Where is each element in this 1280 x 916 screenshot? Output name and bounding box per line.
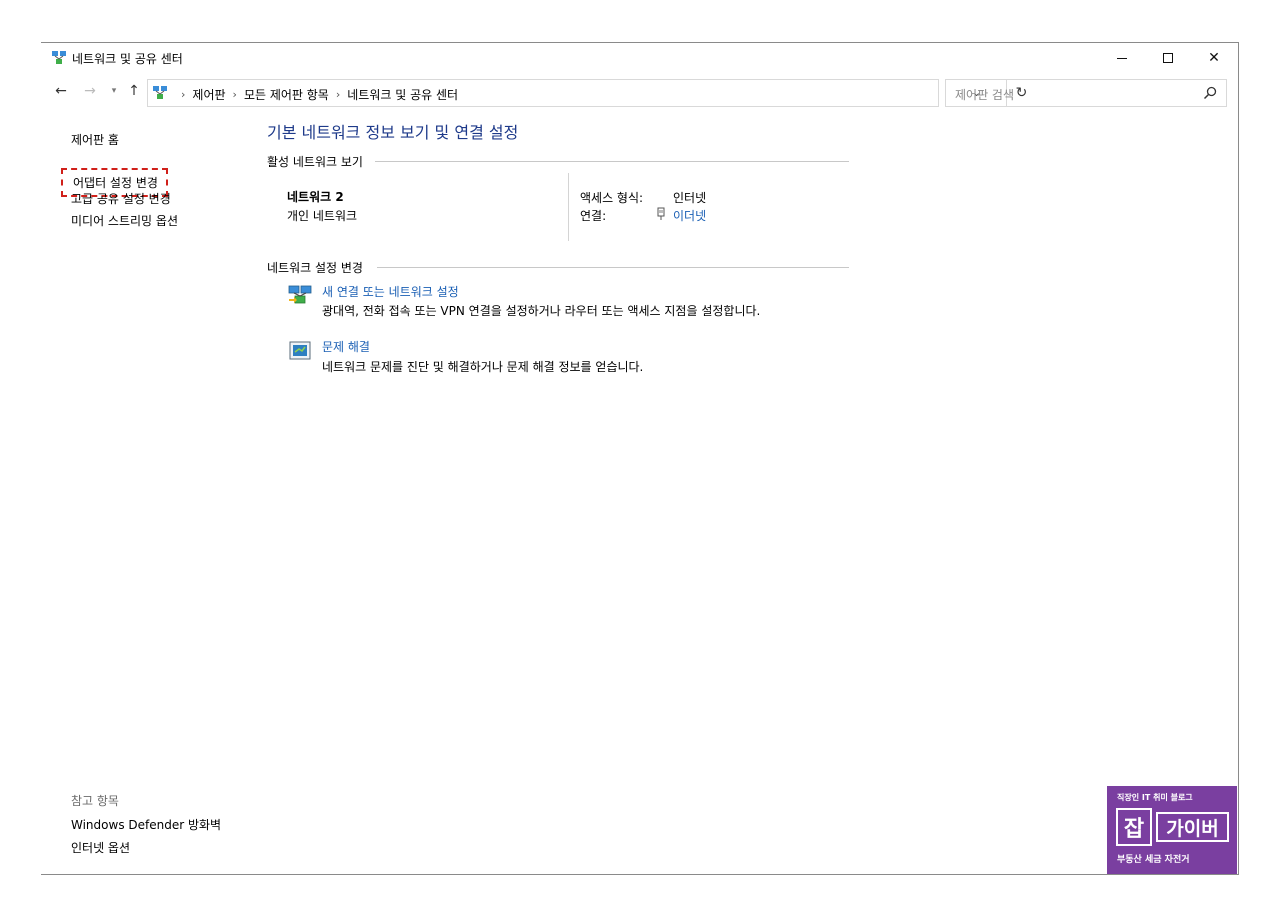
search-input[interactable]: 제어판 검색 [945, 79, 1227, 107]
chevron-down-icon: ▾ [111, 86, 117, 96]
arrow-right-icon: → [84, 83, 96, 99]
maximize-icon [1163, 53, 1173, 63]
control-panel-home-link[interactable]: 제어판 홈 [71, 131, 119, 148]
watermark-logo: 직장인 IT 취미 블로그 잡 가이버 부동산 세금 자전거 [1107, 786, 1237, 874]
arrow-up-icon: ↑ [128, 83, 140, 99]
watermark-name: 가이버 [1166, 817, 1219, 840]
vertical-divider [568, 173, 569, 241]
connection-label: 연결: [580, 209, 607, 223]
advanced-sharing-settings-link[interactable]: 고급 공유 설정 변경 [71, 190, 171, 207]
watermark-name-box: 가이버 [1156, 812, 1229, 842]
main-content: 기본 네트워크 정보 보기 및 연결 설정 활성 네트워크 보기 네트워크 2 … [267, 105, 867, 505]
network-name: 네트워크 2 [287, 190, 344, 204]
breadcrumb: › 제어판 › 모든 제어판 항목 › 네트워크 및 공유 센터 [174, 86, 458, 103]
breadcrumb-separator-icon[interactable]: › [181, 88, 185, 101]
forward-button[interactable]: → [81, 81, 99, 101]
new-connection-icon [288, 285, 312, 304]
watermark-subtitle: 부동산 세금 자전거 [1117, 855, 1190, 865]
search-placeholder: 제어판 검색 [955, 88, 1015, 102]
left-pane: 제어판 홈 어댑터 설정 변경 고급 공유 설정 변경 미디어 스트리밍 옵션 … [41, 105, 251, 875]
watermark-tagline: 직장인 IT 취미 블로그 [1117, 793, 1193, 802]
access-type-value: 인터넷 [673, 191, 707, 205]
ethernet-connection-link[interactable]: 이더넷 [673, 207, 706, 224]
troubleshoot-icon [289, 341, 311, 360]
breadcrumb-separator-icon[interactable]: › [233, 88, 237, 101]
page-title: 기본 네트워크 정보 보기 및 연결 설정 [267, 123, 519, 142]
network-type: 개인 네트워크 [287, 209, 358, 223]
search-icon[interactable] [1202, 85, 1218, 101]
breadcrumb-network-center[interactable]: 네트워크 및 공유 센터 [347, 86, 458, 103]
up-button[interactable]: ↑ [125, 81, 143, 101]
firewall-link[interactable]: Windows Defender 방화벽 [71, 816, 221, 833]
new-connection-link[interactable]: 새 연결 또는 네트워크 설정 [322, 283, 459, 300]
window-title: 네트워크 및 공유 센터 [72, 52, 183, 66]
minimize-icon [1117, 57, 1127, 59]
breadcrumb-separator-icon[interactable]: › [336, 88, 340, 101]
watermark-char-box: 잡 [1116, 808, 1152, 846]
maximize-button[interactable] [1145, 43, 1191, 73]
troubleshoot-description: 네트워크 문제를 진단 및 해결하거나 문제 해결 정보를 얻습니다. [322, 360, 644, 374]
internet-options-link[interactable]: 인터넷 옵션 [71, 839, 130, 856]
control-panel-icon [153, 86, 167, 99]
navigation-bar: ← → ▾ ↑ › 제어판 › 모든 제어판 항목 › 네트워크 및 공유 센터… [41, 77, 1238, 107]
breadcrumb-control-panel[interactable]: 제어판 [192, 86, 225, 103]
new-connection-description: 광대역, 전화 접속 또는 VPN 연결을 설정하거나 라우터 또는 액세스 지… [322, 304, 761, 318]
recent-locations-button[interactable]: ▾ [105, 81, 123, 101]
arrow-left-icon: ← [55, 83, 67, 99]
close-icon: ✕ [1208, 50, 1220, 66]
active-networks-header: 활성 네트워크 보기 [267, 155, 363, 169]
close-button[interactable]: ✕ [1191, 43, 1237, 73]
network-center-icon [52, 51, 66, 64]
see-also-header: 참고 항목 [71, 794, 119, 808]
watermark-char: 잡 [1123, 817, 1145, 842]
address-bar[interactable]: › 제어판 › 모든 제어판 항목 › 네트워크 및 공유 센터 ⌄ ↻ [147, 79, 1027, 107]
breadcrumb-all-items[interactable]: 모든 제어판 항목 [244, 86, 329, 103]
ethernet-icon [657, 207, 665, 220]
section-divider [377, 267, 849, 268]
media-streaming-options-link[interactable]: 미디어 스트리밍 옵션 [71, 212, 178, 229]
troubleshoot-link[interactable]: 문제 해결 [322, 338, 370, 355]
control-panel-window: 네트워크 및 공유 센터 ✕ ← → ▾ ↑ › 제어판 › 모든 제어판 항목… [41, 42, 1239, 875]
minimize-button[interactable] [1099, 43, 1145, 73]
back-button[interactable]: ← [52, 81, 70, 101]
change-network-settings-header: 네트워크 설정 변경 [267, 261, 363, 275]
access-type-label: 액세스 형식: [580, 191, 644, 205]
title-bar: 네트워크 및 공유 센터 ✕ [41, 43, 1238, 73]
section-divider [375, 161, 849, 162]
